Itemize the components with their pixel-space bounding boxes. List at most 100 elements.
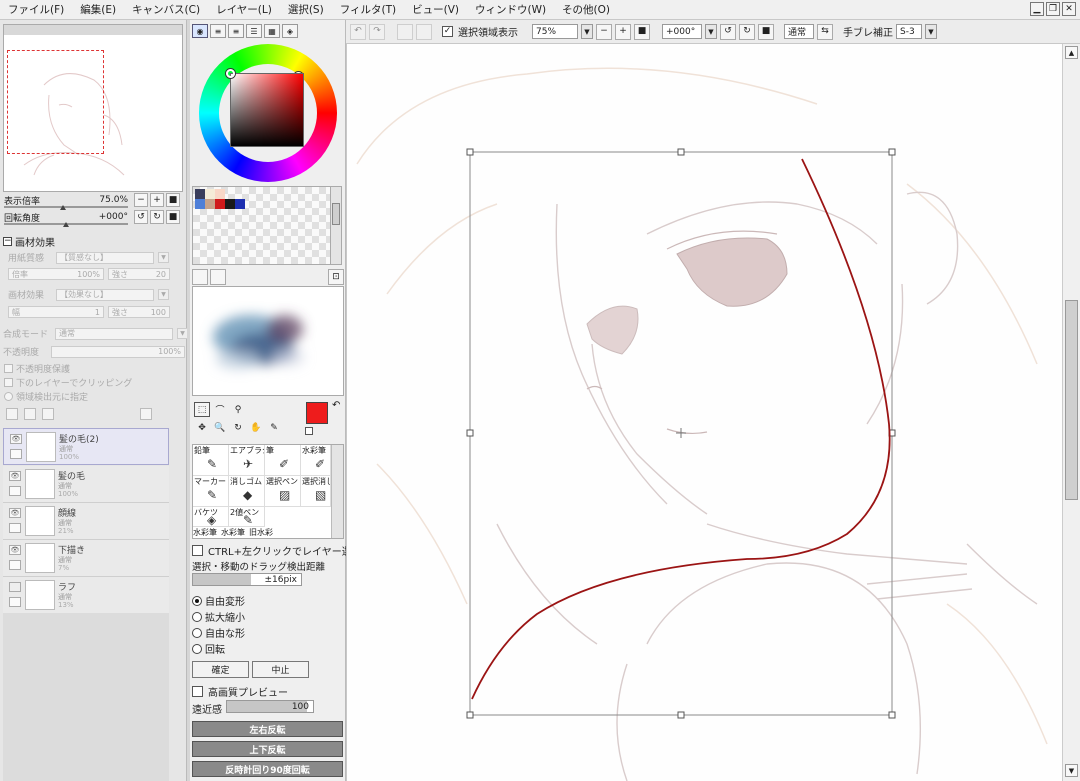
collapse-icon[interactable]: − [3, 237, 12, 246]
rotate-ccw-button[interactable]: 反時計回り90度回転 [192, 761, 343, 777]
layer-row[interactable]: 👁 下描き 通常 7% [3, 540, 169, 577]
scratchpad-clear-icon[interactable] [210, 269, 226, 285]
transform-box[interactable] [466, 148, 896, 719]
zoom-reset-icon[interactable]: ■ [634, 23, 650, 40]
nav-rotate-left-icon[interactable]: ↺ [134, 210, 148, 224]
eye-icon[interactable]: 👁 [9, 471, 21, 481]
brush-brush[interactable]: 筆 ✐ [265, 445, 301, 476]
nav-rotate-right-icon[interactable]: ↻ [150, 210, 164, 224]
lasso-icon[interactable]: ⌒ [212, 402, 228, 417]
zoom-dropdown-icon[interactable]: ▼ [581, 24, 593, 39]
hand-icon[interactable]: ✋ [248, 420, 264, 435]
swatch-tab-icon[interactable]: ▦ [264, 24, 280, 38]
layer-row[interactable]: 👁 ラフ 通常 13% [3, 577, 169, 614]
show-selection-checkbox[interactable]: ✓ [442, 26, 453, 37]
texture-select[interactable]: 【質感なし】 [56, 251, 154, 264]
mode-free-shape[interactable]: 自由な形 [192, 625, 245, 640]
stabilizer-dropdown-icon[interactable]: ▼ [925, 24, 937, 39]
mode-free-transform[interactable]: 自由変形 [192, 593, 245, 608]
scratchpad-save-icon[interactable] [192, 269, 208, 285]
rotate-slider[interactable] [4, 222, 128, 227]
rotate-slider-thumb[interactable] [63, 222, 69, 227]
cancel-button[interactable]: 中止 [252, 661, 309, 678]
minimize-icon[interactable]: ▁ [1030, 2, 1044, 16]
new-linework-layer-icon[interactable] [24, 408, 36, 420]
transform-center-icon[interactable] [676, 428, 686, 438]
flip-vertical-button[interactable]: 上下反転 [192, 741, 343, 757]
blend-select[interactable]: 通常 [55, 327, 173, 340]
handle-bottom-left[interactable] [466, 711, 474, 719]
eyedropper-icon[interactable]: ✎ [266, 420, 282, 435]
angle-select[interactable]: +000° [662, 24, 702, 39]
rgb-slider-tab-icon[interactable]: ≡ [210, 24, 226, 38]
brush-bucket[interactable]: バケツ ◈ [193, 507, 229, 527]
swap-colors-icon[interactable]: ↶ [332, 400, 340, 411]
swatch-scrollbar[interactable] [330, 186, 342, 265]
nav-zoom-in-icon[interactable]: + [150, 193, 164, 207]
rotate-view-icon[interactable]: ↻ [230, 420, 246, 435]
mode-radio[interactable] [192, 643, 202, 654]
navigator-preview[interactable] [3, 24, 183, 192]
selection-source-option[interactable]: 領域検出元に指定 [4, 390, 88, 403]
mode-radio[interactable] [192, 595, 202, 606]
preserve-opacity-option[interactable]: 不透明度保護 [4, 362, 70, 375]
brush-scrollbar[interactable] [331, 445, 343, 538]
mode-scale[interactable]: 拡大縮小 [192, 609, 245, 624]
mode-radio[interactable] [192, 611, 202, 622]
menu-view[interactable]: ビュー(V) [404, 2, 467, 17]
brush-binary-pen[interactable]: 2値ペン ✎ [229, 507, 265, 527]
swatch[interactable] [215, 199, 225, 209]
menu-window[interactable]: ウィンドウ(W) [467, 2, 554, 17]
clip-below-option[interactable]: 下のレイヤーでクリッピング [4, 376, 132, 389]
foreground-color[interactable] [306, 402, 328, 424]
menu-other[interactable]: その他(O) [554, 2, 618, 17]
new-layer-icon[interactable] [6, 408, 18, 420]
layer-row[interactable]: 👁 髪の毛 通常 100% [3, 466, 169, 503]
selection-source-radio[interactable] [4, 392, 13, 401]
eye-icon[interactable]: 👁 [9, 508, 21, 518]
effect-select[interactable]: 【効果なし】 [56, 288, 154, 301]
layer-panel-icon[interactable] [140, 408, 152, 420]
menu-select[interactable]: 選択(S) [280, 2, 332, 17]
swatch[interactable] [205, 199, 215, 209]
blend-mode-select[interactable]: 通常 [784, 24, 814, 39]
rect-select-icon[interactable]: ⬚ [194, 402, 210, 417]
angle-dropdown-icon[interactable]: ▼ [705, 24, 717, 39]
scratchpad-menu-icon[interactable]: ⊡ [328, 269, 344, 285]
flip-view-icon[interactable]: ⇆ [817, 23, 833, 40]
swatch[interactable] [225, 199, 235, 209]
zoom-out-icon[interactable]: − [596, 23, 612, 40]
strength-value[interactable]: 20 [156, 270, 166, 279]
clip-below-checkbox[interactable] [4, 378, 13, 387]
brush-pencil[interactable]: 鉛筆 ✎ [193, 445, 229, 476]
reset-colors-icon[interactable] [305, 427, 313, 435]
brush-marker[interactable]: マーカー ✎ [193, 476, 229, 507]
handle-top-left[interactable] [466, 148, 474, 156]
swatch[interactable] [195, 189, 205, 199]
nav-zoom-out-icon[interactable]: − [134, 193, 148, 207]
opacity-slider[interactable]: 100% [51, 345, 185, 358]
canvas-scroll-thumb[interactable] [1065, 300, 1078, 500]
scroll-up-icon[interactable]: ▲ [1065, 46, 1078, 59]
handle-bottom[interactable] [677, 711, 685, 719]
brush-airbrush[interactable]: エアブラシ ✈ [229, 445, 265, 476]
handle-left[interactable] [466, 429, 474, 437]
mode-radio[interactable] [192, 627, 202, 638]
lock-icon[interactable] [9, 597, 21, 607]
swatch[interactable] [205, 189, 215, 199]
restore-icon[interactable]: ❐ [1046, 2, 1060, 16]
drawing-canvas[interactable] [346, 44, 1062, 781]
effect-dropdown-icon[interactable]: ▼ [158, 289, 169, 300]
mode-rotate[interactable]: 回転 [192, 641, 225, 656]
brush-watercolor[interactable]: 水彩筆 ✐ [301, 445, 331, 476]
hsv-slider-tab-icon[interactable]: ≡ [228, 24, 244, 38]
brush-eraser[interactable]: 消しゴム ◆ [229, 476, 265, 507]
layer-row[interactable]: 👁 顔線 通常 21% [3, 503, 169, 540]
menu-layer[interactable]: レイヤー(L) [208, 2, 280, 17]
new-folder-icon[interactable] [42, 408, 54, 420]
lock-icon[interactable] [9, 523, 21, 533]
texture-dropdown-icon[interactable]: ▼ [158, 252, 169, 263]
close-icon[interactable]: ✕ [1062, 2, 1076, 16]
rotate-left-icon[interactable]: ↺ [720, 23, 736, 40]
hq-preview-checkbox[interactable] [192, 686, 203, 697]
